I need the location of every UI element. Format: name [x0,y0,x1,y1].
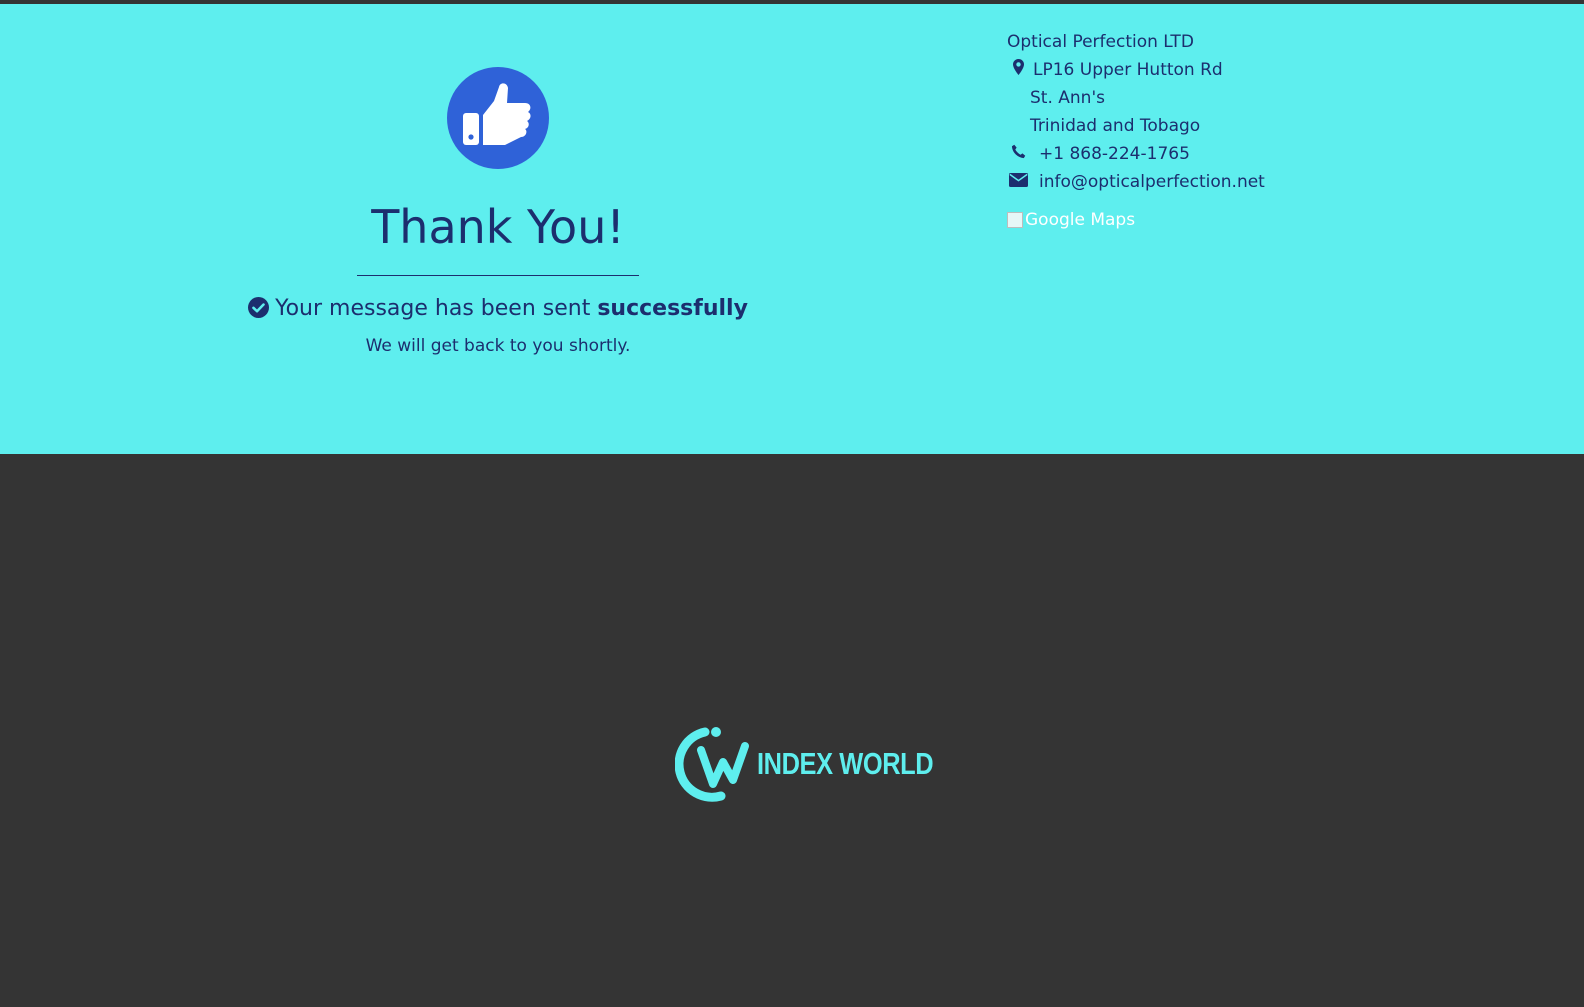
email-row: info@opticalperfection.net [1007,168,1265,196]
address-line: LP16 Upper Hutton Rd [1007,56,1265,84]
map-marker-icon [1007,56,1029,84]
followup-text: We will get back to you shortly. [365,336,631,356]
thumbs-up-icon [447,67,549,169]
map-alt-text: Google Maps [1025,210,1136,230]
footer: INDEX WORLD [0,454,1584,1007]
logo-text: INDEX WORLD [757,746,934,781]
title-divider [357,275,639,276]
google-maps-image[interactable]: Google Maps [1007,210,1135,230]
index-world-logo[interactable]: INDEX WORLD [675,724,972,804]
success-message-emphasis: successfully [597,296,748,321]
check-circle-icon [248,297,270,324]
broken-image-icon [1007,212,1023,228]
email-link[interactable]: info@opticalperfection.net [1039,168,1265,196]
phone-number[interactable]: +1 868-224-1765 [1039,140,1190,168]
index-world-logo-mark [675,727,749,802]
contact-info: Optical Perfection LTD LP16 Upper Hutton… [1007,28,1265,196]
phone-icon [1007,140,1029,168]
company-name: Optical Perfection LTD [1007,32,1194,52]
success-message-text: Your message has been sent [275,296,598,321]
success-message: Your message has been sent successfully [0,296,996,324]
page-title: Thank You! [371,200,625,254]
envelope-icon [1007,168,1029,196]
phone-row: +1 868-224-1765 [1007,140,1265,168]
address-line1: LP16 Upper Hutton Rd [1033,60,1223,80]
address-line2: St. Ann's [1030,88,1105,108]
address-line3: Trinidad and Tobago [1030,116,1201,136]
thank-you-section: Thank You! Your message has been sent su… [0,4,1584,454]
